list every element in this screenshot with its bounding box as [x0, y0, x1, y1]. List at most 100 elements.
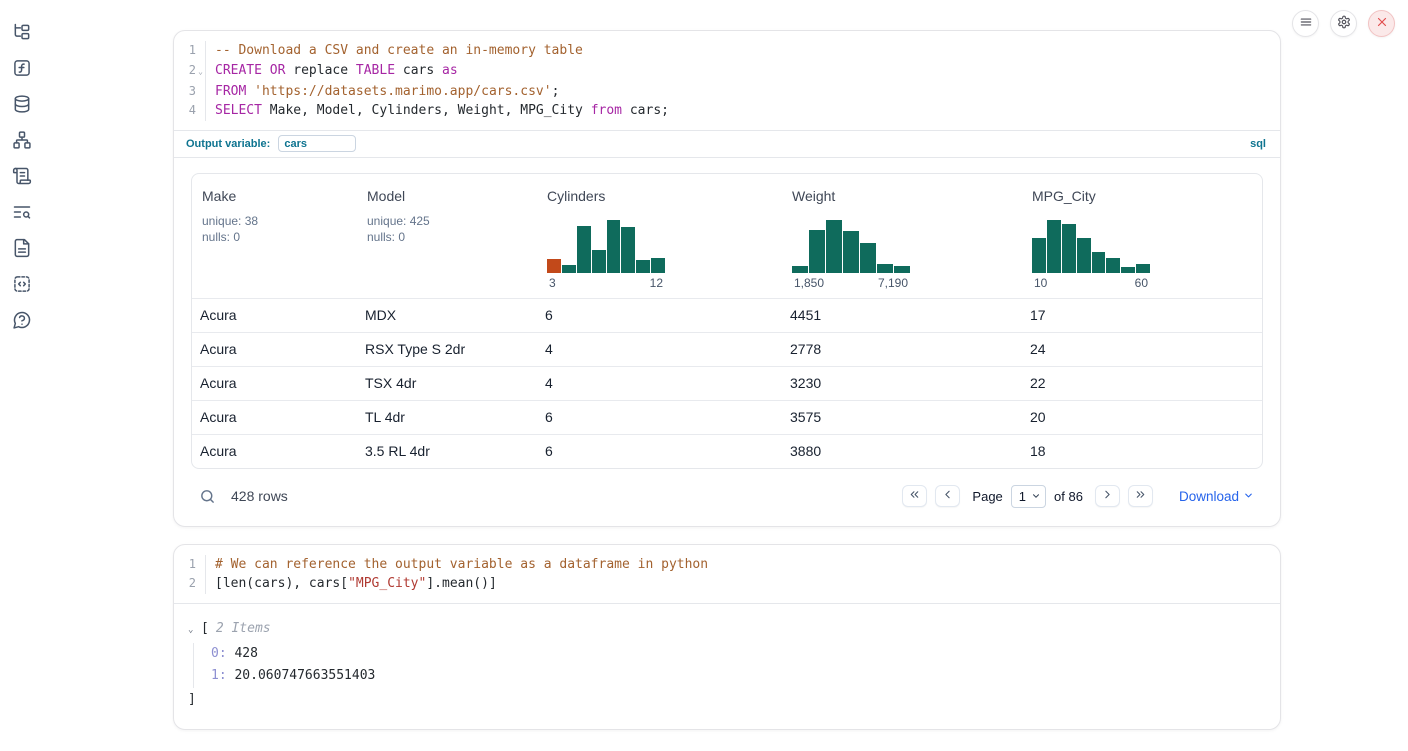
documentation-icon[interactable] [12, 238, 32, 258]
histogram-bar [577, 226, 591, 273]
code-line[interactable]: 3FROM 'https://datasets.marimo.app/cars.… [174, 82, 1280, 102]
mpg-city-histogram: 10 60 [1032, 220, 1150, 290]
table-row[interactable]: AcuraRSX Type S 2dr4277824 [192, 332, 1262, 366]
menu-icon [1299, 15, 1313, 32]
sql-code-editor[interactable]: 1-- Download a CSV and create an in-memo… [174, 31, 1280, 130]
table-cell: 2778 [782, 341, 1022, 357]
histogram-bar [843, 231, 859, 272]
function-icon[interactable] [12, 58, 32, 78]
table-cell: RSX Type S 2dr [357, 341, 537, 357]
chevron-left-icon [941, 488, 954, 504]
table-row[interactable]: AcuraTSX 4dr4323022 [192, 366, 1262, 400]
histogram-bar [607, 220, 621, 273]
hist-max-label: 7,190 [878, 276, 908, 290]
code-line[interactable]: 2⌄CREATE OR replace TABLE cars as [174, 61, 1280, 82]
shutdown-button[interactable] [1368, 10, 1395, 37]
page-select-value: 1 [1019, 489, 1026, 504]
table-footer: 428 rows Page 1 of 86 [174, 469, 1280, 526]
table-cell: Acura [192, 307, 357, 323]
page-select[interactable]: 1 [1011, 485, 1046, 508]
output-variable-input[interactable] [278, 135, 356, 152]
fold-gutter [196, 555, 205, 575]
download-label: Download [1179, 489, 1239, 504]
column-header-weight[interactable]: Weight 1,850 7,190 [782, 174, 1022, 298]
scratchpad-scroll-icon[interactable] [12, 166, 32, 186]
table-cell: 6 [537, 307, 782, 323]
python-code-editor[interactable]: 1 # We can reference the output variable … [174, 545, 1280, 603]
prev-page-button[interactable] [935, 485, 960, 507]
dependency-graph-icon[interactable] [12, 130, 32, 150]
snippets-code-icon[interactable] [12, 274, 32, 294]
hist-min-label: 3 [549, 276, 556, 290]
fold-gutter [196, 41, 205, 61]
close-bracket: ] [188, 690, 1264, 709]
sidebar [0, 0, 44, 751]
window-controls [1292, 10, 1395, 37]
table-cell: 3880 [782, 443, 1022, 459]
download-button[interactable]: Download [1179, 488, 1254, 504]
database-icon[interactable] [12, 94, 32, 114]
output-tree: ⌄ [ 2 Items 0: 4281: 20.060747663551403 … [174, 604, 1280, 729]
rows-count: 428 rows [231, 488, 288, 504]
file-tree-icon[interactable] [12, 22, 32, 42]
table-row[interactable]: AcuraTL 4dr6357520 [192, 400, 1262, 434]
column-stat: unique: 425 [367, 213, 527, 230]
column-header-mpg-city[interactable]: MPG_City 10 60 [1022, 174, 1262, 298]
table-row[interactable]: Acura3.5 RL 4dr6388018 [192, 434, 1262, 468]
code-line[interactable]: 2[len(cars), cars["MPG_City"].mean()] [174, 574, 1280, 594]
code-line[interactable]: 1 # We can reference the output variable … [174, 555, 1280, 575]
column-header-cylinders[interactable]: Cylinders 3 12 [537, 174, 782, 298]
histogram-bar [621, 227, 635, 272]
table-cell: TSX 4dr [357, 375, 537, 391]
next-page-button[interactable] [1095, 485, 1120, 507]
column-header-model[interactable]: Model unique: 425 nulls: 0 [357, 174, 537, 298]
shutdown-icon [1375, 15, 1389, 32]
help-icon[interactable] [12, 310, 32, 330]
code-text: SELECT Make, Model, Cylinders, Weight, M… [205, 101, 1280, 121]
code-text: [len(cars), cars["MPG_City"].mean()] [205, 574, 1280, 594]
hist-min-label: 1,850 [794, 276, 824, 290]
histogram-bar [877, 264, 893, 273]
code-line[interactable]: 1-- Download a CSV and create an in-memo… [174, 41, 1280, 61]
search-icon[interactable] [199, 488, 216, 505]
page-label: Page [972, 489, 1002, 504]
tree-entries: 0: 4281: 20.060747663551403 [193, 643, 1264, 688]
output-variable-bar: Output variable: sql [174, 130, 1280, 157]
table-cell: 18 [1022, 443, 1262, 459]
first-page-button[interactable] [902, 485, 927, 507]
histogram-bar [1047, 220, 1061, 273]
table-cell: MDX [357, 307, 537, 323]
code-text: FROM 'https://datasets.marimo.app/cars.c… [205, 82, 1280, 102]
table-cell: Acura [192, 443, 357, 459]
histogram-bar [651, 258, 665, 272]
table-cell: Acura [192, 341, 357, 357]
collapse-chevron-icon[interactable]: ⌄ [188, 621, 201, 640]
open-bracket: [ [201, 619, 209, 638]
column-stat: nulls: 0 [367, 229, 527, 246]
table-cell: 4 [537, 341, 782, 357]
menu-button[interactable] [1292, 10, 1319, 37]
last-page-button[interactable] [1128, 485, 1153, 507]
table-body: AcuraMDX6445117AcuraRSX Type S 2dr427782… [192, 298, 1262, 468]
code-text: CREATE OR replace TABLE cars as [205, 61, 1280, 82]
code-text: -- Download a CSV and create an in-memor… [205, 41, 1280, 61]
column-header-make[interactable]: Make unique: 38 nulls: 0 [192, 174, 357, 298]
table-cell: 20 [1022, 409, 1262, 425]
code-line[interactable]: 4SELECT Make, Model, Cylinders, Weight, … [174, 101, 1280, 121]
chevron-down-icon [1031, 489, 1041, 504]
settings-button[interactable] [1330, 10, 1357, 37]
logs-search-icon[interactable] [12, 202, 32, 222]
fold-chevron-icon[interactable]: ⌄ [196, 61, 205, 82]
table-cell: 22 [1022, 375, 1262, 391]
table-cell: 6 [537, 409, 782, 425]
table-row[interactable]: AcuraMDX6445117 [192, 298, 1262, 332]
line-number: 2 [174, 61, 196, 82]
code-text: # We can reference the output variable a… [205, 555, 1280, 575]
page-total-label: of 86 [1054, 489, 1083, 504]
line-number: 1 [174, 555, 196, 575]
histogram-bar [1092, 252, 1106, 272]
column-stat: unique: 38 [202, 213, 347, 230]
data-table: Make unique: 38 nulls: 0 Model unique: 4… [191, 173, 1263, 469]
table-cell: TL 4dr [357, 409, 537, 425]
tree-value: 20.060747663551403 [227, 668, 376, 683]
